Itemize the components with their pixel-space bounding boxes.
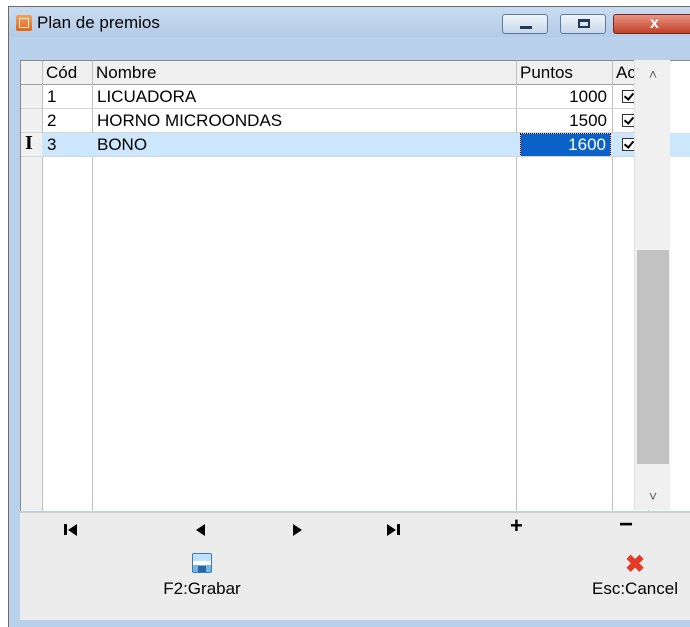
table-row[interactable]: 1 LICUADORA 1000 — [21, 85, 690, 109]
cell-points-value[interactable]: 1600 — [520, 133, 611, 156]
row-indicator[interactable]: I — [21, 133, 42, 157]
scroll-down-icon[interactable]: ˅ — [635, 484, 671, 508]
cell-points-focused[interactable]: 1600 — [517, 133, 612, 157]
header-indicator — [21, 61, 42, 85]
edit-cursor-icon: I — [25, 133, 33, 154]
scroll-up-icon[interactable]: ˄ — [635, 62, 671, 86]
delete-record-icon[interactable]: − — [619, 513, 633, 537]
minimize-button[interactable] — [502, 14, 548, 34]
record-navigator: + − — [20, 512, 690, 547]
insert-record-icon[interactable]: + — [510, 515, 523, 537]
window-title: Plan de premios — [37, 13, 160, 32]
next-record-icon[interactable] — [293, 521, 302, 539]
cell-name[interactable]: LICUADORA — [93, 85, 516, 109]
save-button[interactable]: F2:Grabar — [132, 553, 272, 599]
cell-name[interactable]: HORNO MICROONDAS — [93, 109, 516, 133]
column-header-code[interactable]: Cód — [43, 61, 92, 85]
prizes-grid[interactable]: Cód Nombre Puntos Act 1 LICUADORA 1000 2… — [20, 60, 690, 511]
row-indicator[interactable] — [21, 109, 42, 133]
floppy-disk-icon — [192, 553, 212, 573]
last-record-icon[interactable] — [387, 521, 400, 539]
app-icon — [16, 15, 32, 31]
table-row[interactable]: 2 HORNO MICROONDAS 1500 — [21, 109, 690, 133]
close-icon: x — [650, 15, 659, 32]
column-header-points[interactable]: Puntos — [517, 61, 612, 85]
table-row-selected[interactable]: I 3 BONO 1600 — [21, 133, 690, 157]
cancel-button[interactable]: ✖ Esc:Cancel — [565, 553, 690, 599]
prior-record-icon[interactable] — [196, 521, 205, 539]
first-record-icon[interactable] — [64, 521, 77, 539]
cell-points[interactable]: 1500 — [517, 109, 612, 133]
cell-code[interactable]: 3 — [43, 133, 92, 157]
red-x-icon: ✖ — [624, 551, 646, 578]
cell-points[interactable]: 1000 — [517, 85, 612, 109]
vertical-scrollbar[interactable]: ˄ ˅ — [634, 60, 670, 510]
cancel-label: Esc:Cancel — [592, 579, 678, 598]
close-button[interactable]: x — [613, 14, 690, 34]
maximize-button[interactable] — [560, 14, 606, 34]
save-label: F2:Grabar — [163, 579, 241, 598]
action-bar: F2:Grabar ✖ Esc:Cancel — [20, 547, 690, 620]
scroll-thumb[interactable] — [637, 250, 669, 464]
cell-code[interactable]: 2 — [43, 109, 92, 133]
cell-name[interactable]: BONO — [93, 133, 516, 157]
row-indicator[interactable] — [21, 85, 42, 109]
title-bar[interactable]: Plan de premios x — [9, 7, 690, 37]
column-header-name[interactable]: Nombre — [93, 61, 516, 85]
cell-code[interactable]: 1 — [43, 85, 92, 109]
